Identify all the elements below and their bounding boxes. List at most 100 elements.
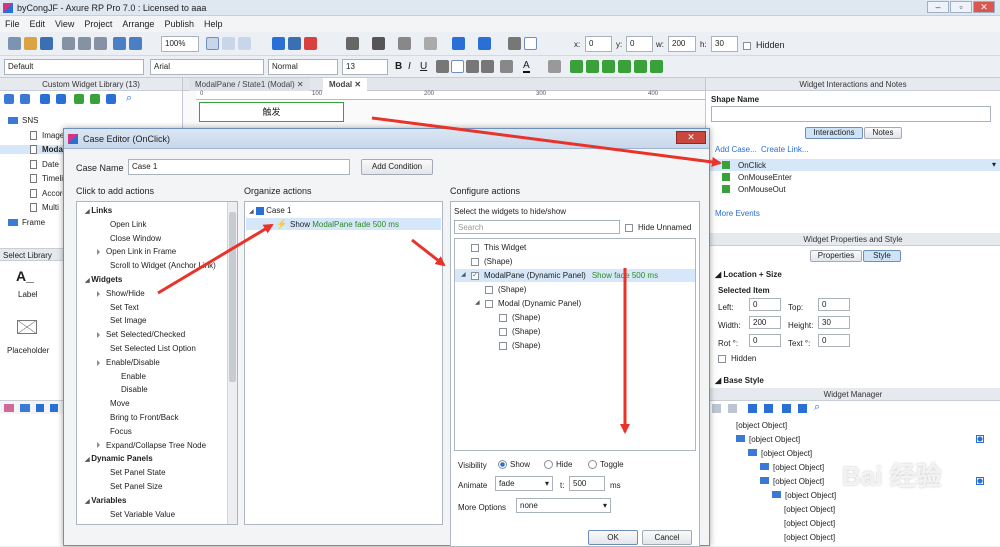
left-input[interactable]: 0: [749, 298, 781, 311]
new-file-icon[interactable]: [8, 37, 21, 50]
more-events-link[interactable]: More Events: [715, 209, 760, 218]
widget-checkbox[interactable]: [499, 313, 507, 322]
manager-row[interactable]: [object Object]: [784, 519, 835, 528]
outdent-icon[interactable]: [74, 94, 84, 104]
library-item[interactable]: Date: [30, 160, 59, 169]
action-item[interactable]: Set Selected/Checked: [97, 330, 185, 339]
create-link-link[interactable]: Create Link...: [761, 145, 809, 154]
move-up-icon[interactable]: [40, 94, 50, 104]
menu-item-arrange[interactable]: Arrange: [117, 16, 159, 32]
underline-icon[interactable]: U: [420, 61, 427, 72]
publish-icon[interactable]: [304, 37, 317, 50]
visibility-toggle-icon[interactable]: [976, 435, 984, 443]
expand-icon[interactable]: ◢: [475, 299, 480, 306]
widget-tree-row[interactable]: ◢ ✓ ModalPane (Dynamic Panel) Show fade 500…: [455, 269, 695, 282]
top-input[interactable]: 0: [818, 298, 850, 311]
action-item[interactable]: Expand/Collapse Tree Node: [97, 441, 206, 450]
manager-delete-icon[interactable]: [782, 404, 791, 413]
case-name-input[interactable]: Case 1: [128, 159, 350, 175]
delete-icon[interactable]: [106, 94, 116, 104]
action-item[interactable]: Set Panel Size: [110, 482, 162, 491]
search-icon[interactable]: ⌕: [126, 92, 132, 105]
action-item[interactable]: Disable: [121, 385, 148, 394]
connector-icon[interactable]: [222, 37, 235, 50]
indent-icon[interactable]: [90, 94, 100, 104]
action-item[interactable]: Show/Hide: [97, 289, 145, 298]
manager-row[interactable]: [object Object]: [760, 463, 824, 472]
expand-icon[interactable]: ◢: [461, 271, 466, 278]
toggle-radio[interactable]: [588, 460, 597, 470]
ungroup-icon[interactable]: [650, 60, 663, 73]
bullet-list-icon[interactable]: [500, 60, 513, 73]
italic-icon[interactable]: I: [408, 61, 411, 72]
action-category[interactable]: ◢ Variables: [85, 496, 126, 505]
line-weight-icon[interactable]: [372, 37, 385, 50]
event-onclick[interactable]: OnClick ▾: [706, 159, 1000, 171]
preview-icon[interactable]: [272, 37, 285, 50]
action-item[interactable]: Set Selected List Option: [110, 344, 196, 353]
align-left-icon[interactable]: [436, 60, 449, 73]
open-folder-icon[interactable]: [24, 37, 37, 50]
x-input[interactable]: 0: [585, 36, 612, 52]
paste-icon[interactable]: [94, 37, 107, 50]
action-item[interactable]: Enable/Disable: [97, 358, 160, 367]
action-show-modalpane[interactable]: ⚡ Show ModalPane fade 500 ms: [246, 218, 441, 230]
text-rotation-input[interactable]: 0: [818, 334, 850, 347]
action-item[interactable]: Open Link: [110, 220, 146, 229]
style-select[interactable]: Default: [4, 59, 144, 75]
minimize-button[interactable]: –: [927, 1, 949, 13]
hide-unnamed-checkbox[interactable]: [625, 223, 633, 232]
widget-tree-row[interactable]: (Shape): [455, 325, 695, 338]
trigger-button-widget[interactable]: 触发: [199, 102, 344, 122]
action-item[interactable]: Move: [110, 399, 130, 408]
align-widgets-icon[interactable]: [570, 60, 583, 73]
load-library-icon[interactable]: [20, 94, 30, 104]
library-item[interactable]: Multi: [30, 203, 59, 213]
width-input[interactable]: 200: [749, 316, 781, 329]
hidden-option-checkbox[interactable]: [718, 354, 726, 363]
manager-search-icon[interactable]: ⌕: [814, 401, 820, 414]
add-case-link[interactable]: Add Case...: [715, 145, 757, 154]
add-master-icon[interactable]: [4, 404, 14, 412]
widget-tree-row[interactable]: (Shape): [455, 339, 695, 352]
font-select[interactable]: Arial: [150, 59, 264, 75]
maximize-button[interactable]: ▫: [950, 1, 972, 13]
height-input[interactable]: 30: [818, 316, 850, 329]
action-category[interactable]: ◢ Dynamic Panels: [85, 454, 153, 463]
visibility-show-option[interactable]: Show: [498, 460, 530, 470]
manager-row[interactable]: [object Object]: [736, 435, 800, 444]
widget-checkbox[interactable]: [499, 327, 507, 336]
fill-color-icon[interactable]: [452, 37, 465, 50]
dialog-close-button[interactable]: ✕: [676, 131, 706, 144]
visibility-toggle-icon[interactable]: [976, 477, 984, 485]
hidden-toggle[interactable]: Hidden: [743, 40, 785, 50]
widget-checkbox[interactable]: [485, 285, 493, 294]
menu-item-project[interactable]: Project: [79, 16, 117, 32]
h-input[interactable]: 30: [711, 36, 738, 52]
manager-row[interactable]: [object Object]: [784, 505, 835, 514]
tab-properties[interactable]: Properties: [810, 250, 862, 262]
action-item[interactable]: Close Window: [110, 234, 161, 243]
font-size-select[interactable]: 13: [342, 59, 388, 75]
event-onmouseout[interactable]: OnMouseOut: [706, 183, 1000, 195]
placeholder-widget-icon[interactable]: [17, 320, 37, 334]
action-category[interactable]: ◢ Links: [85, 206, 112, 215]
manager-row[interactable]: [object Object]: [784, 533, 835, 542]
visibility-hide-option[interactable]: Hide: [544, 460, 572, 470]
event-onmouseenter[interactable]: OnMouseEnter: [706, 171, 1000, 183]
copy-icon[interactable]: [78, 37, 91, 50]
menu-item-help[interactable]: Help: [199, 16, 228, 32]
action-item[interactable]: Set Panel State: [110, 468, 166, 477]
action-item[interactable]: Set Text: [110, 303, 139, 312]
visibility-toggle-option[interactable]: Toggle: [588, 460, 624, 470]
animate-select[interactable]: fade ▾: [495, 476, 553, 491]
rotation-input[interactable]: 0: [749, 334, 781, 347]
hidden-option[interactable]: Hidden: [718, 354, 756, 363]
base-style-section[interactable]: ◢ Base Style: [715, 376, 764, 385]
tab-interactions[interactable]: Interactions: [805, 127, 863, 139]
undo-icon[interactable]: [113, 37, 126, 50]
widget-search-input[interactable]: Search: [454, 220, 620, 234]
action-item[interactable]: Set Variable Value: [110, 510, 175, 519]
group-icon[interactable]: [634, 60, 647, 73]
action-item[interactable]: Set Image: [110, 316, 146, 325]
